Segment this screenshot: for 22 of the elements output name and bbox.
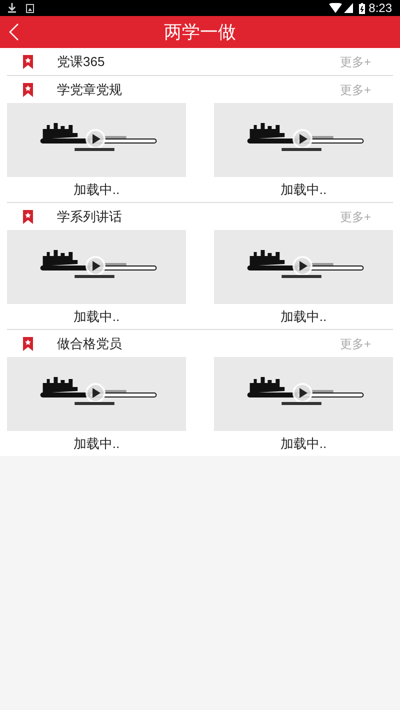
page-title: 两学一做 — [164, 20, 236, 44]
bookmark-star-icon — [23, 54, 33, 68]
bookmark-star-icon — [23, 336, 33, 350]
download-icon — [8, 3, 16, 13]
bookmark-star-icon — [23, 210, 33, 224]
section-title: 做合格党员 — [57, 334, 122, 353]
video-caption[interactable]: 加载中.. — [73, 180, 120, 200]
wifi-icon — [328, 3, 342, 13]
image-icon — [26, 4, 34, 12]
battery-icon — [358, 2, 365, 14]
signal-icon — [344, 3, 353, 13]
clock-time: 8:23 — [368, 2, 392, 14]
section-title: 学党章党规 — [57, 80, 122, 99]
section-title: 学系列讲话 — [57, 208, 122, 226]
back-icon[interactable] — [9, 23, 19, 41]
section-title: 党课365 — [57, 52, 105, 71]
video-caption[interactable]: 加载中.. — [280, 306, 327, 326]
video-caption[interactable]: 加载中.. — [73, 434, 120, 454]
video-caption[interactable]: 加载中.. — [280, 434, 327, 454]
bookmark-star-icon — [23, 82, 33, 96]
video-caption[interactable]: 加载中.. — [280, 180, 327, 200]
video-caption[interactable]: 加载中.. — [73, 306, 120, 326]
